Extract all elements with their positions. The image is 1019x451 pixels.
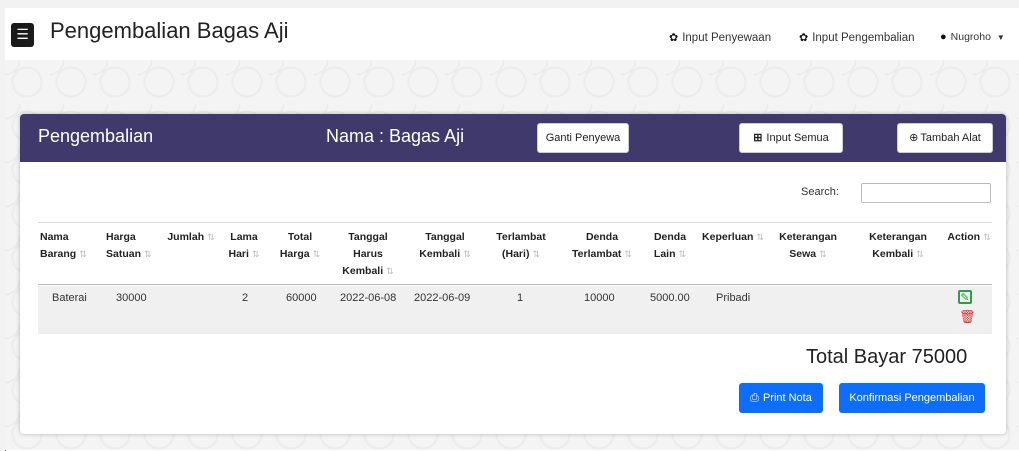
table-header-border <box>38 284 992 285</box>
col-header-jumlah[interactable]: Jumlah ⇅ <box>166 229 216 246</box>
col-header-terlambat[interactable]: Terlambat (Hari) ⇅ <box>484 229 558 263</box>
sort-icon: ⇅ <box>144 249 152 259</box>
cell-harga-satuan: 30000 <box>116 292 147 304</box>
plus-circle-icon: ⊕ <box>909 132 919 144</box>
sort-icon: ⇅ <box>463 249 471 259</box>
user-menu[interactable]: ● Nugroho ▼ <box>940 31 1005 43</box>
col-header-harga-satuan[interactable]: Harga Satuan ⇅ <box>106 229 162 263</box>
sort-icon: ⇅ <box>251 249 260 259</box>
renter-name: Nama : Bagas Aji <box>326 126 465 146</box>
cell-tanggal-harus-kembali: 2022-06-08 <box>340 292 397 304</box>
nav-link-input-penyewaan[interactable]: ✿ Input Penyewaan <box>669 31 771 44</box>
leaf-icon: ✿ <box>669 32 679 44</box>
menu-icon[interactable]: ☰ <box>11 23 34 47</box>
sort-icon: ⇅ <box>79 249 87 259</box>
table-icon: ⊞ <box>753 132 763 144</box>
col-header-lama-hari[interactable]: Lama Hari ⇅ <box>220 229 268 263</box>
col-header-tanggal-kembali[interactable]: Tanggal Kembali ⇅ <box>410 229 480 263</box>
trash-icon[interactable]: 🗑 <box>959 311 976 325</box>
col-header-action[interactable]: Action ⇅ <box>944 229 994 246</box>
sort-icon: ⇅ <box>819 249 827 259</box>
col-header-tanggal-harus-kembali[interactable]: Tanggal Harus Kembali ⇅ <box>332 229 404 280</box>
total-payment: Total Bayar 75000 <box>806 346 968 368</box>
cell-keperluan: Pribadi <box>716 292 751 304</box>
col-header-denda-terlambat[interactable]: Denda Terlambat ⇅ <box>566 229 638 263</box>
card-title: Pengembalian <box>38 126 154 146</box>
add-tool-button[interactable]: ⊕ Tambah Alat <box>897 123 993 153</box>
caret-down-icon: ▼ <box>996 33 1005 42</box>
cell-lama-hari: 2 <box>242 292 249 304</box>
cell-total-harga: 60000 <box>286 292 317 304</box>
navbar: ☰ Pengembalian Bagas Aji ✿ Input Penyewaa… <box>5 8 1019 60</box>
search-label: Search: <box>801 186 839 198</box>
col-header-nama-barang[interactable]: Nama Barang ⇅ <box>40 229 92 263</box>
cell-nama-barang: Baterai <box>52 292 87 304</box>
card-header: Pengembalian Nama : Bagas Aji Ganti Peny… <box>20 114 1006 162</box>
sort-icon: ⇅ <box>916 249 924 259</box>
sort-icon: ⇅ <box>312 249 321 259</box>
page-title: Pengembalian Bagas Aji <box>50 18 289 43</box>
change-renter-button[interactable]: Ganti Penyewa <box>537 123 629 153</box>
print-receipt-button[interactable]: ⎙ Print Nota <box>739 383 823 413</box>
sort-icon: ⇅ <box>983 232 991 242</box>
sort-icon: ⇅ <box>756 232 764 242</box>
sort-icon: ⇅ <box>678 249 687 259</box>
col-header-keperluan[interactable]: Keperluan ⇅ <box>700 229 766 246</box>
cell-denda-lain: 5000.00 <box>650 292 690 304</box>
sort-icon: ⇅ <box>207 232 215 242</box>
table-top-border <box>38 222 992 223</box>
nav-link-input-pengembalian[interactable]: ✿ Input Pengembalian <box>799 31 915 44</box>
sort-icon: ⇅ <box>532 249 540 259</box>
user-icon: ● <box>940 31 947 43</box>
search-input[interactable] <box>861 183 991 203</box>
cell-denda-terlambat: 10000 <box>584 292 615 304</box>
col-header-keterangan-kembali[interactable]: Keterangan Kembali ⇅ <box>856 229 940 263</box>
col-header-total-harga[interactable]: Total Harga ⇅ <box>272 229 328 263</box>
confirm-return-button[interactable]: Konfirmasi Pengembalian <box>839 383 985 413</box>
printer-icon: ⎙ <box>750 392 759 404</box>
col-header-denda-lain[interactable]: Denda Lain ⇅ <box>640 229 700 263</box>
cell-tanggal-kembali: 2022-06-09 <box>414 292 471 304</box>
leaf-icon: ✿ <box>799 32 809 44</box>
input-all-button[interactable]: ⊞ Input Semua <box>739 123 843 153</box>
table-row <box>38 286 992 334</box>
sort-icon: ⇅ <box>386 266 394 276</box>
cell-terlambat: 1 <box>517 292 524 304</box>
col-header-keterangan-sewa[interactable]: Keterangan Sewa ⇅ <box>768 229 848 263</box>
edit-icon[interactable]: ✎ <box>958 290 972 304</box>
sort-icon: ⇅ <box>624 249 632 259</box>
